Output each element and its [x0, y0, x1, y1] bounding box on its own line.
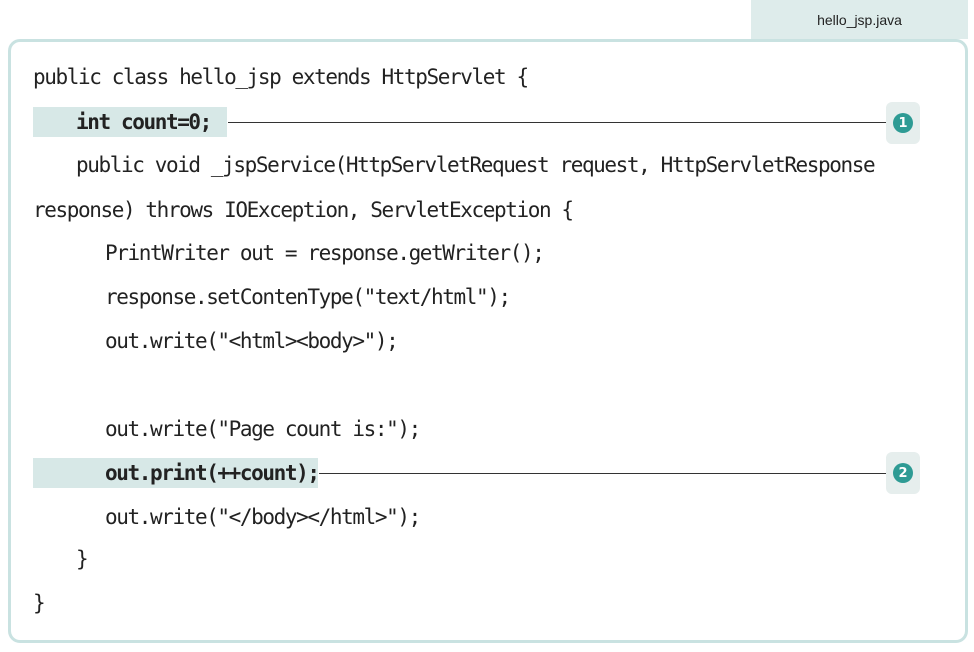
code-line-10: out.print(++count); — [105, 461, 320, 485]
callout-line-1 — [228, 122, 886, 123]
code-line-13: } — [33, 591, 46, 615]
code-line-12: } — [76, 547, 89, 571]
callout-line-2 — [319, 473, 886, 474]
code-line-4: response) throws IOException, ServletExc… — [33, 198, 574, 222]
code-line-11: out.write("</body></html>"); — [105, 505, 421, 529]
callout-number-1: 1 — [893, 113, 913, 133]
callout-number-2: 2 — [893, 463, 913, 483]
code-line-6: response.setContenType("text/html"); — [105, 285, 511, 309]
callout-marker-1: 1 — [886, 102, 920, 144]
callout-marker-2: 2 — [886, 452, 920, 494]
code-line-2: int count=0; — [76, 110, 212, 134]
code-line-3: public void _jspService(HttpServletReque… — [76, 153, 876, 177]
code-line-5: PrintWriter out = response.getWriter(); — [105, 241, 545, 265]
file-name-label: hello_jsp.java — [817, 11, 902, 28]
file-name-tab: hello_jsp.java — [751, 0, 968, 39]
code-line-9: out.write("Page count is:"); — [105, 417, 421, 441]
code-line-1: public class hello_jsp extends HttpServl… — [33, 65, 529, 89]
code-line-7: out.write("<html><body>"); — [105, 329, 399, 353]
